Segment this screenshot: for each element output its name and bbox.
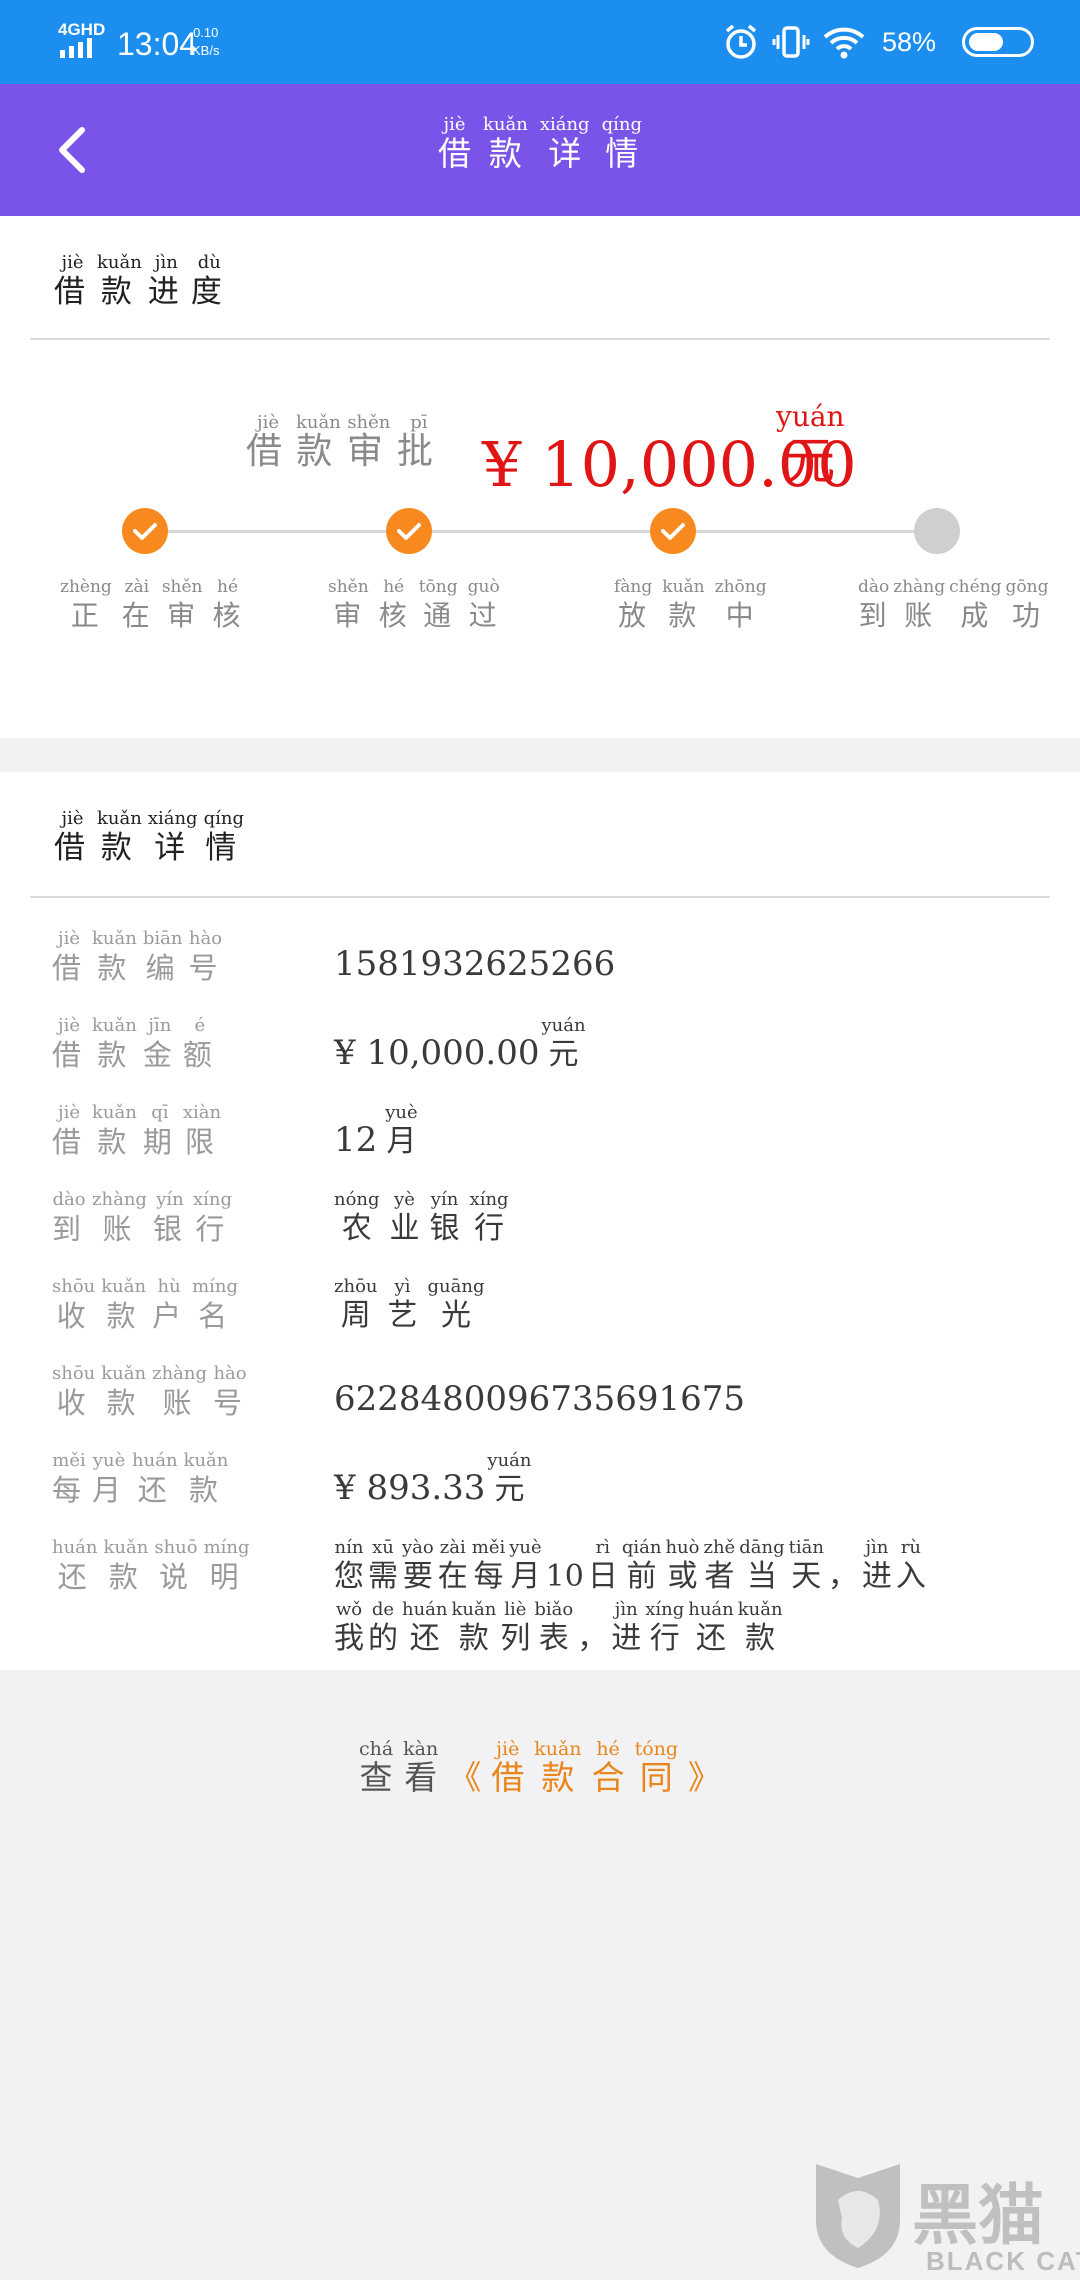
page-title: jiè 借 kuǎn 款 xiáng 详 qíng 情	[438, 114, 642, 173]
wifi-icon	[823, 27, 865, 59]
loan-amount-label: jiè 借 kuǎn 款 jīn 金 é额	[52, 1015, 217, 1072]
network-speed: 0.10 KB/s	[192, 25, 220, 58]
repayment-note-text: nín 您 xū 需 yào 要 zài 在 měi 每 yuè 月 10 rì 日 qián…	[334, 1537, 926, 1656]
account-number-label: shōu 收 kuǎn 款 zhàng 账 hào 号	[52, 1363, 248, 1420]
step-label-reviewing: zhèng 正 zài 在 shěn 审 hé 核	[60, 577, 243, 632]
status-bar: 4GHD 13:04 0.10 KB/s 58%	[0, 0, 1080, 84]
vibrate-icon	[772, 26, 810, 58]
loan-progress-card: jiè 借 kuǎn 款 jìn 进 dù 度 jiè 借 kuǎn 款 shěn 审 pī 批…	[0, 216, 1080, 738]
black-cat-watermark: 黑猫 BLACK CAT	[808, 2160, 1080, 2280]
divider	[30, 896, 1050, 898]
approved-amount-unit: yuán 元	[776, 400, 845, 490]
step-dot-disbursing	[650, 508, 696, 554]
repayment-note-label: huán 还 kuǎn 款 shuō 说 míng 明	[52, 1537, 250, 1594]
loan-number-label: jiè 借 kuǎn 款 biān 编 hào 号	[52, 928, 223, 985]
step-dot-approved	[386, 508, 432, 554]
detail-section-title: jiè 借 kuǎn 款 xiáng 详 qíng 情	[54, 808, 244, 866]
account-name-label: shōu 收 kuǎn 款 hù 户 míng 名	[52, 1276, 239, 1333]
step-label-received: dào 到 zhàng 账 chéng 成 gōng 功	[858, 577, 1049, 632]
progress-track	[145, 530, 935, 533]
check-icon	[661, 523, 685, 540]
battery-icon	[962, 27, 1035, 57]
step-dot-received	[914, 508, 960, 554]
watermark-brand-text: BLACK CAT	[926, 2246, 1080, 2276]
view-contract-link[interactable]: chá 查 kàn 看 《 jiè 借 kuǎn 款 hé 合 tóng 同 》	[0, 1738, 1080, 1796]
battery-percent: 58%	[882, 26, 937, 57]
receiving-bank-value: nóng 农 yè 业 yín 银 xíng 行	[334, 1189, 509, 1246]
check-icon	[397, 523, 421, 540]
alarm-icon	[725, 24, 757, 59]
status-time: 13:04	[117, 26, 198, 62]
step-dot-reviewing	[122, 508, 168, 554]
app-bar: jiè 借 kuǎn 款 xiáng 详 qíng 情	[0, 84, 1080, 216]
step-label-disbursing: fàng 放 kuǎn 款 zhōng 中	[614, 577, 767, 632]
monthly-repayment-label: měi 每 yuè 月 huán 还 kuǎn 款	[52, 1450, 229, 1507]
monthly-repayment-value: ¥ 893.33 yuán 元	[334, 1450, 532, 1508]
check-icon	[133, 523, 157, 540]
account-number-value: 6228480096735691675	[334, 1379, 746, 1419]
loan-approval-label: jiè 借 kuǎn 款 shěn 审 pī 批	[246, 412, 441, 472]
account-name-value: zhōu 周 yì 艺 guāng 光	[334, 1276, 485, 1333]
loan-number-value: 1581932625266	[334, 944, 616, 984]
divider	[30, 338, 1050, 340]
watermark-logo-text: 黑猫	[912, 2177, 1044, 2254]
loan-detail-card: jiè 借 kuǎn 款 xiáng 详 qíng 情 jiè 借 kuǎn 款 biān 编…	[0, 772, 1080, 1670]
loan-term-value: 12 yuè 月	[334, 1102, 418, 1160]
step-label-approved: shěn 审 hé 核 tōng 通 guò 过	[328, 577, 500, 632]
signal-icon	[60, 38, 96, 58]
loan-amount-value: ¥ 10,000.00 yuán 元	[334, 1015, 586, 1073]
network-indicator: 4GHD	[58, 20, 106, 39]
progress-section-title: jiè 借 kuǎn 款 jìn 进 dù 度	[54, 252, 228, 310]
cat-shield-icon	[816, 2164, 900, 2268]
loan-term-label: jiè 借 kuǎn 款 qī 期 xiàn 限	[52, 1102, 222, 1159]
receiving-bank-label: dào 到 zhàng 账 yín 银 xíng 行	[52, 1189, 232, 1246]
